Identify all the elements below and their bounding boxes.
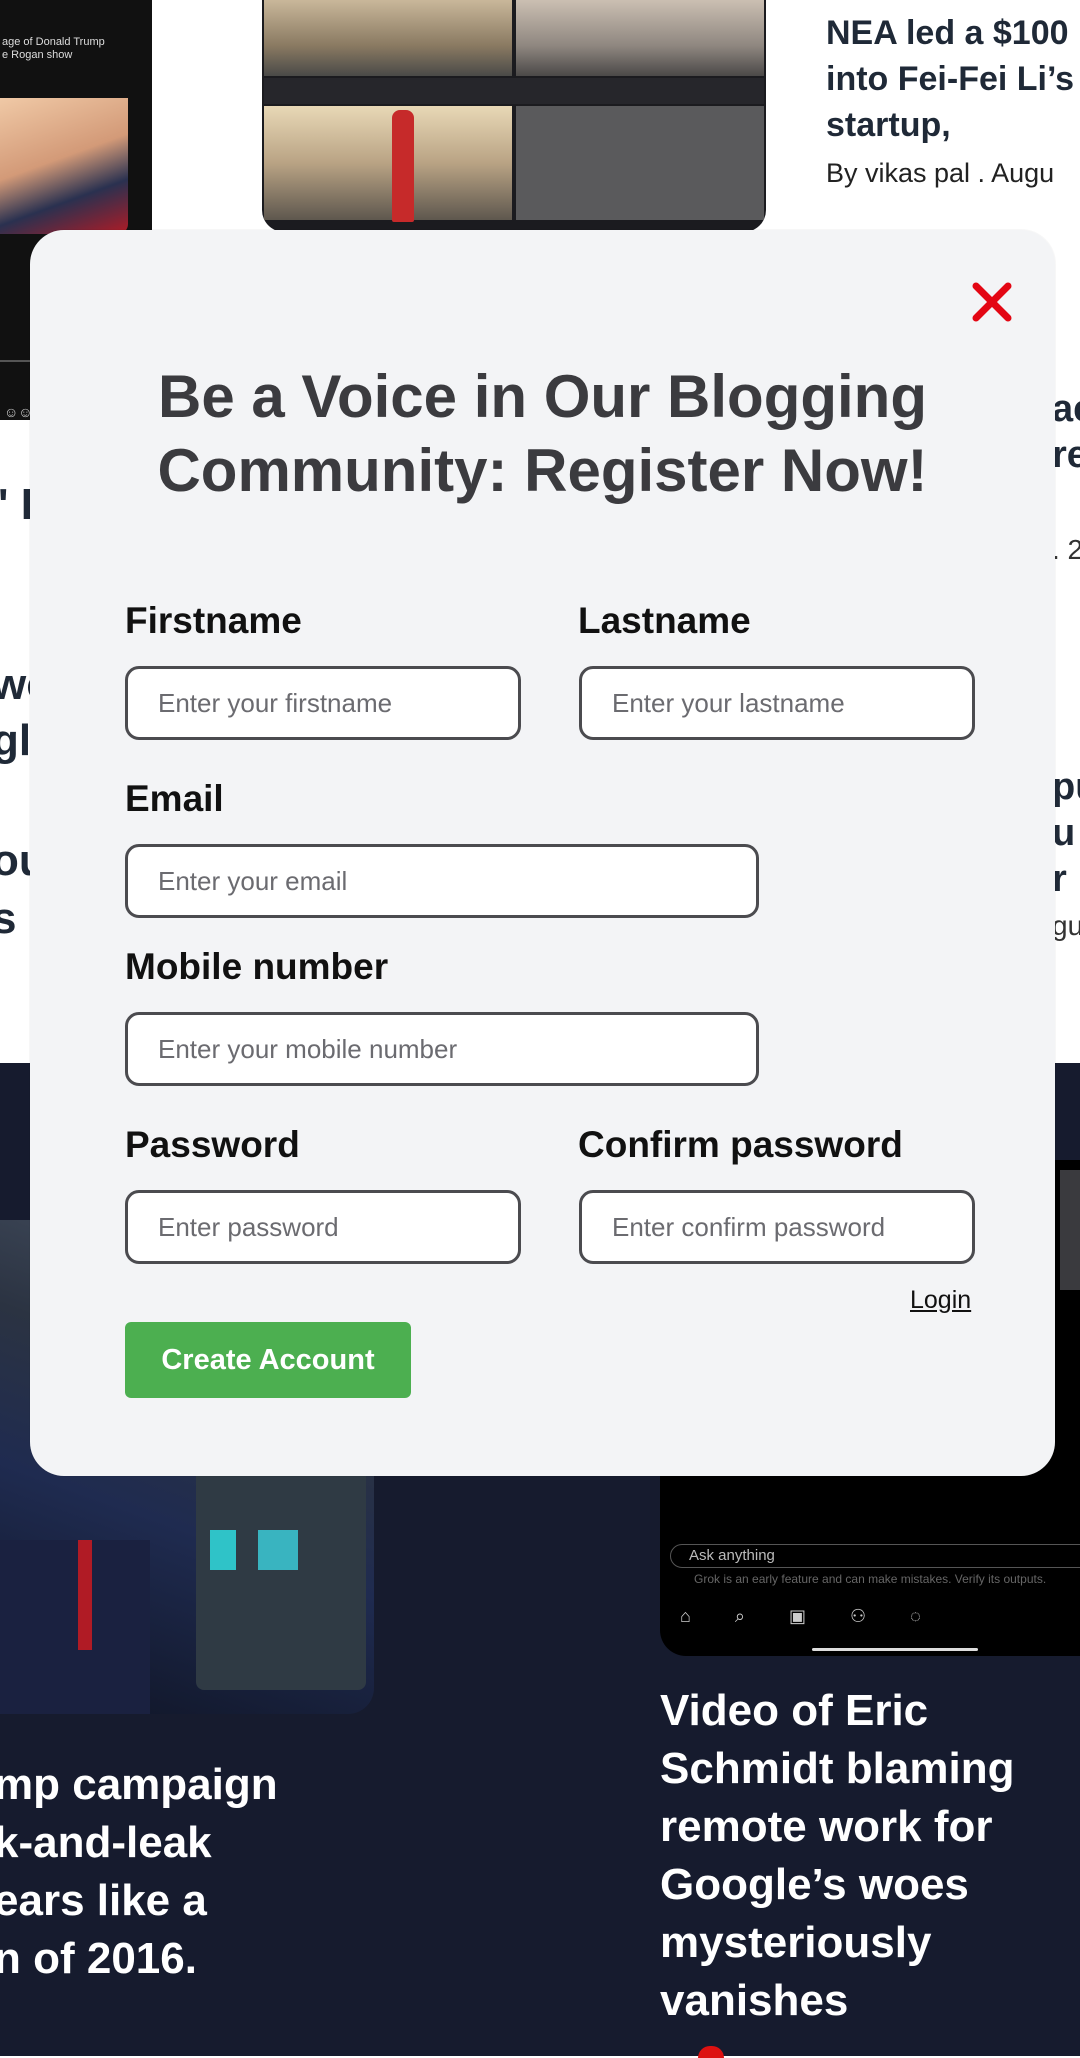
close-icon (972, 282, 1012, 322)
confirm-password-input[interactable] (579, 1190, 975, 1264)
thumbnail-caption: age of Donald Trump e Rogan show (2, 36, 105, 61)
firstname-input[interactable] (125, 666, 521, 740)
suit-shape (0, 1540, 150, 1714)
login-link[interactable]: Login (910, 1286, 971, 1315)
password-label: Password (125, 1124, 300, 1165)
right-title-fragment: gu (1052, 910, 1080, 941)
cockpit-screen (210, 1530, 236, 1570)
lastname-input[interactable] (579, 666, 975, 740)
email-input[interactable] (125, 844, 759, 918)
lastname-label: Lastname (578, 600, 751, 641)
create-account-button[interactable]: Create Account (125, 1322, 411, 1398)
password-input[interactable] (125, 1190, 521, 1264)
people-icon: ☺☺ (4, 404, 33, 420)
right-title-fragment: pu (1052, 766, 1080, 808)
cockpit-panel (196, 1450, 366, 1690)
grok-nav-icons: ⌂⌕▣⚇◌ (680, 1606, 965, 1626)
left-title-fragment: s (0, 894, 17, 943)
right-title-fragment: ac (1052, 388, 1080, 430)
register-modal: Be a Voice in Our Blogging Community: Re… (30, 230, 1055, 1476)
video-frame-3 (264, 106, 512, 220)
right-title-fragment: . 2 (1052, 534, 1080, 565)
red-figure (392, 110, 414, 222)
video-editor-toolbar (264, 78, 764, 104)
confirm-password-label: Confirm password (578, 1124, 903, 1165)
close-button[interactable] (970, 280, 1014, 324)
right-title-fragment: re (1052, 434, 1080, 476)
grok-disclaimer: Grok is an early feature and can make mi… (694, 1572, 1047, 1586)
right-title-fragment: u (1052, 812, 1076, 854)
modal-title: Be a Voice in Our Blogging Community: Re… (157, 363, 928, 504)
right-article-byline: By vikas pal . Augu (826, 158, 1055, 188)
device-edge (1060, 1170, 1080, 1290)
cockpit-screen (258, 1530, 298, 1570)
email-label: Email (125, 778, 224, 819)
center-article-thumbnail[interactable] (262, 0, 766, 232)
video-frame-4 (516, 106, 764, 220)
home-indicator (812, 1648, 978, 1651)
video-frame-2 (516, 0, 764, 76)
left-dark-article-title[interactable]: mp campaign k-and-leak ears like a n of … (0, 1756, 294, 1988)
trump-photo (0, 98, 128, 234)
right-dark-article-title[interactable]: Video of Eric Schmidt blaming remote wor… (660, 1682, 1080, 2030)
mobile-label: Mobile number (125, 946, 389, 987)
tie-shape (78, 1540, 92, 1650)
ask-anything-bar: Ask anything (670, 1544, 1080, 1568)
right-article-title[interactable]: NEA led a $100 into Fei-Fei Li’s startup… (826, 10, 1080, 148)
mobile-input[interactable] (125, 1012, 759, 1086)
video-frame-1 (264, 0, 512, 76)
firstname-label: Firstname (125, 600, 302, 641)
